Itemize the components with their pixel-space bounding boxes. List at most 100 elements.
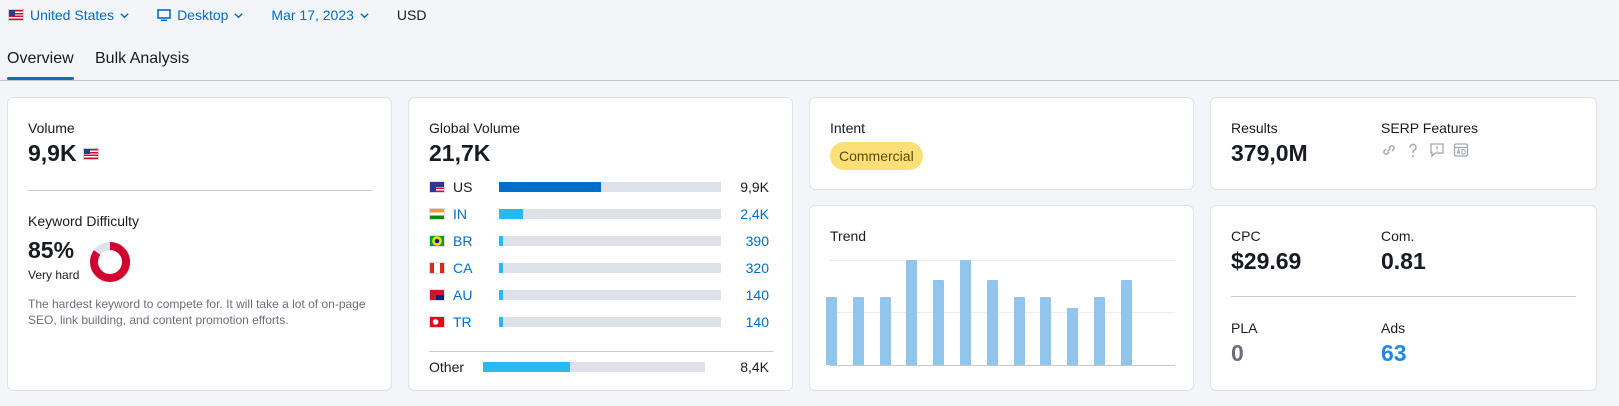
com-label: Com.	[1381, 228, 1415, 244]
volume-bar-track	[499, 317, 721, 327]
trend-label: Trend	[830, 228, 867, 244]
trend-bar[interactable]	[1120, 279, 1132, 365]
trend-bar[interactable]	[852, 296, 864, 365]
trend-bar[interactable]	[879, 296, 891, 365]
country-row-br[interactable]: BR 390	[429, 232, 769, 250]
chevron-down-icon	[120, 12, 129, 18]
ads-label: Ads	[1381, 320, 1406, 336]
volume-bar-track	[499, 209, 721, 219]
country-code: US	[453, 179, 473, 195]
tr-flag-icon	[429, 316, 445, 328]
trend-bar[interactable]	[1067, 308, 1079, 365]
country-volume[interactable]: 140	[721, 314, 769, 330]
global-volume-value: 21,7K	[429, 140, 491, 166]
country-volume[interactable]: 140	[721, 287, 769, 303]
results-value: 379,0M	[1231, 140, 1308, 166]
trend-card: Trend	[809, 205, 1194, 391]
volume-bar-fill	[483, 362, 570, 372]
pla-label: PLA	[1231, 320, 1258, 336]
country-select[interactable]: United States	[8, 7, 129, 23]
metrics-card: CPC $29.69 Com. 0.81 PLA 0 Ads 63	[1210, 205, 1597, 391]
card-divider	[1231, 296, 1576, 297]
in-flag-icon	[429, 208, 445, 220]
kd-label: Keyword Difficulty	[28, 213, 140, 229]
cpc-label: CPC	[1231, 228, 1261, 244]
country-volume[interactable]: 320	[721, 260, 769, 276]
country-volume[interactable]: 2,4K	[721, 206, 769, 222]
kd-description: The hardest keyword to compete for. It w…	[28, 297, 366, 327]
trend-bar[interactable]	[986, 279, 998, 365]
country-code[interactable]: IN	[453, 206, 493, 222]
kd-donut-chart	[90, 242, 130, 282]
volume-value: 9,9K	[28, 140, 77, 166]
country-code[interactable]: BR	[453, 233, 493, 249]
volume-bar-track	[499, 263, 721, 273]
au-flag-icon	[429, 289, 445, 301]
country-code[interactable]: TR	[453, 314, 493, 330]
trend-bar[interactable]	[1013, 296, 1025, 365]
card-divider	[28, 190, 372, 191]
us-flag-icon	[8, 9, 24, 21]
results-card: Results 379,0M SERP Features	[1210, 97, 1597, 190]
country-volume[interactable]: 390	[721, 233, 769, 249]
top-filter-bar: United States Desktop Mar 17, 2023 USD	[8, 0, 426, 30]
volume-bar-fill	[499, 236, 504, 246]
country-row-tr[interactable]: TR 140	[429, 313, 769, 331]
kd-level: Very hard	[28, 268, 80, 282]
trend-bar[interactable]	[826, 296, 837, 365]
global-volume-label: Global Volume	[429, 120, 521, 136]
country-code[interactable]: CA	[453, 260, 493, 276]
tab-bar: Overview Bulk Analysis	[0, 40, 1619, 81]
country-volume: 8,4K	[740, 359, 769, 375]
trend-bar[interactable]	[906, 260, 918, 365]
kd-value: 85%	[28, 237, 75, 263]
volume-value-row: 9,9K	[28, 140, 99, 167]
volume-label: Volume	[28, 120, 75, 136]
ca-flag-icon	[429, 262, 445, 274]
ads-value[interactable]: 63	[1381, 340, 1407, 367]
country-row-ca[interactable]: CA 320	[429, 259, 769, 277]
country-volume: 9,9K	[740, 179, 769, 195]
country-row-us: US 9,9K	[429, 178, 769, 196]
link-icon[interactable]	[1381, 142, 1397, 158]
trend-bar[interactable]	[1094, 296, 1105, 365]
question-icon[interactable]	[1405, 142, 1421, 158]
country-row-au[interactable]: AU 140	[429, 286, 769, 304]
desktop-icon	[157, 8, 171, 21]
country-label: United States	[30, 7, 115, 23]
volume-card: Volume 9,9K Keyword Difficulty 85% Very …	[7, 97, 392, 391]
device-label: Desktop	[177, 7, 229, 23]
country-row-in[interactable]: IN 2,4K	[429, 205, 769, 223]
volume-bar-track	[483, 362, 705, 372]
country-row-other: Other 8,4K	[429, 358, 769, 376]
volume-bar-track	[499, 290, 721, 300]
ads-icon[interactable]	[1453, 142, 1469, 158]
intent-label: Intent	[830, 120, 866, 136]
tab-bulk-analysis[interactable]: Bulk Analysis	[95, 50, 189, 68]
intent-card: Intent Commercial	[809, 97, 1194, 190]
trend-gridline	[830, 365, 1175, 366]
trend-bar[interactable]	[1040, 296, 1052, 365]
br-flag-icon	[429, 235, 445, 247]
trend-bar[interactable]	[933, 279, 945, 365]
chevron-down-icon	[360, 12, 369, 18]
us-flag-icon	[429, 181, 445, 193]
tab-overview[interactable]: Overview	[7, 50, 74, 80]
com-value: 0.81	[1381, 248, 1426, 274]
card-divider	[429, 351, 773, 352]
global-volume-card: Global Volume 21,7K US 9,9K IN 2,4K BR 390 CA 3…	[408, 97, 793, 391]
country-code: Other	[429, 359, 465, 375]
date-label: Mar 17, 2023	[271, 7, 354, 23]
date-select[interactable]: Mar 17, 2023	[271, 7, 369, 23]
chevron-down-icon	[234, 12, 244, 18]
device-select[interactable]: Desktop	[157, 7, 244, 23]
volume-bar-fill	[499, 317, 504, 327]
serp-features-label: SERP Features	[1381, 120, 1479, 136]
intent-badge: Commercial	[830, 142, 923, 170]
country-code[interactable]: AU	[453, 287, 493, 303]
currency-label: USD	[396, 7, 427, 23]
trend-bar[interactable]	[960, 260, 971, 365]
volume-bar-track	[499, 182, 721, 192]
review-icon[interactable]	[1429, 142, 1445, 158]
us-flag-icon	[82, 147, 99, 160]
